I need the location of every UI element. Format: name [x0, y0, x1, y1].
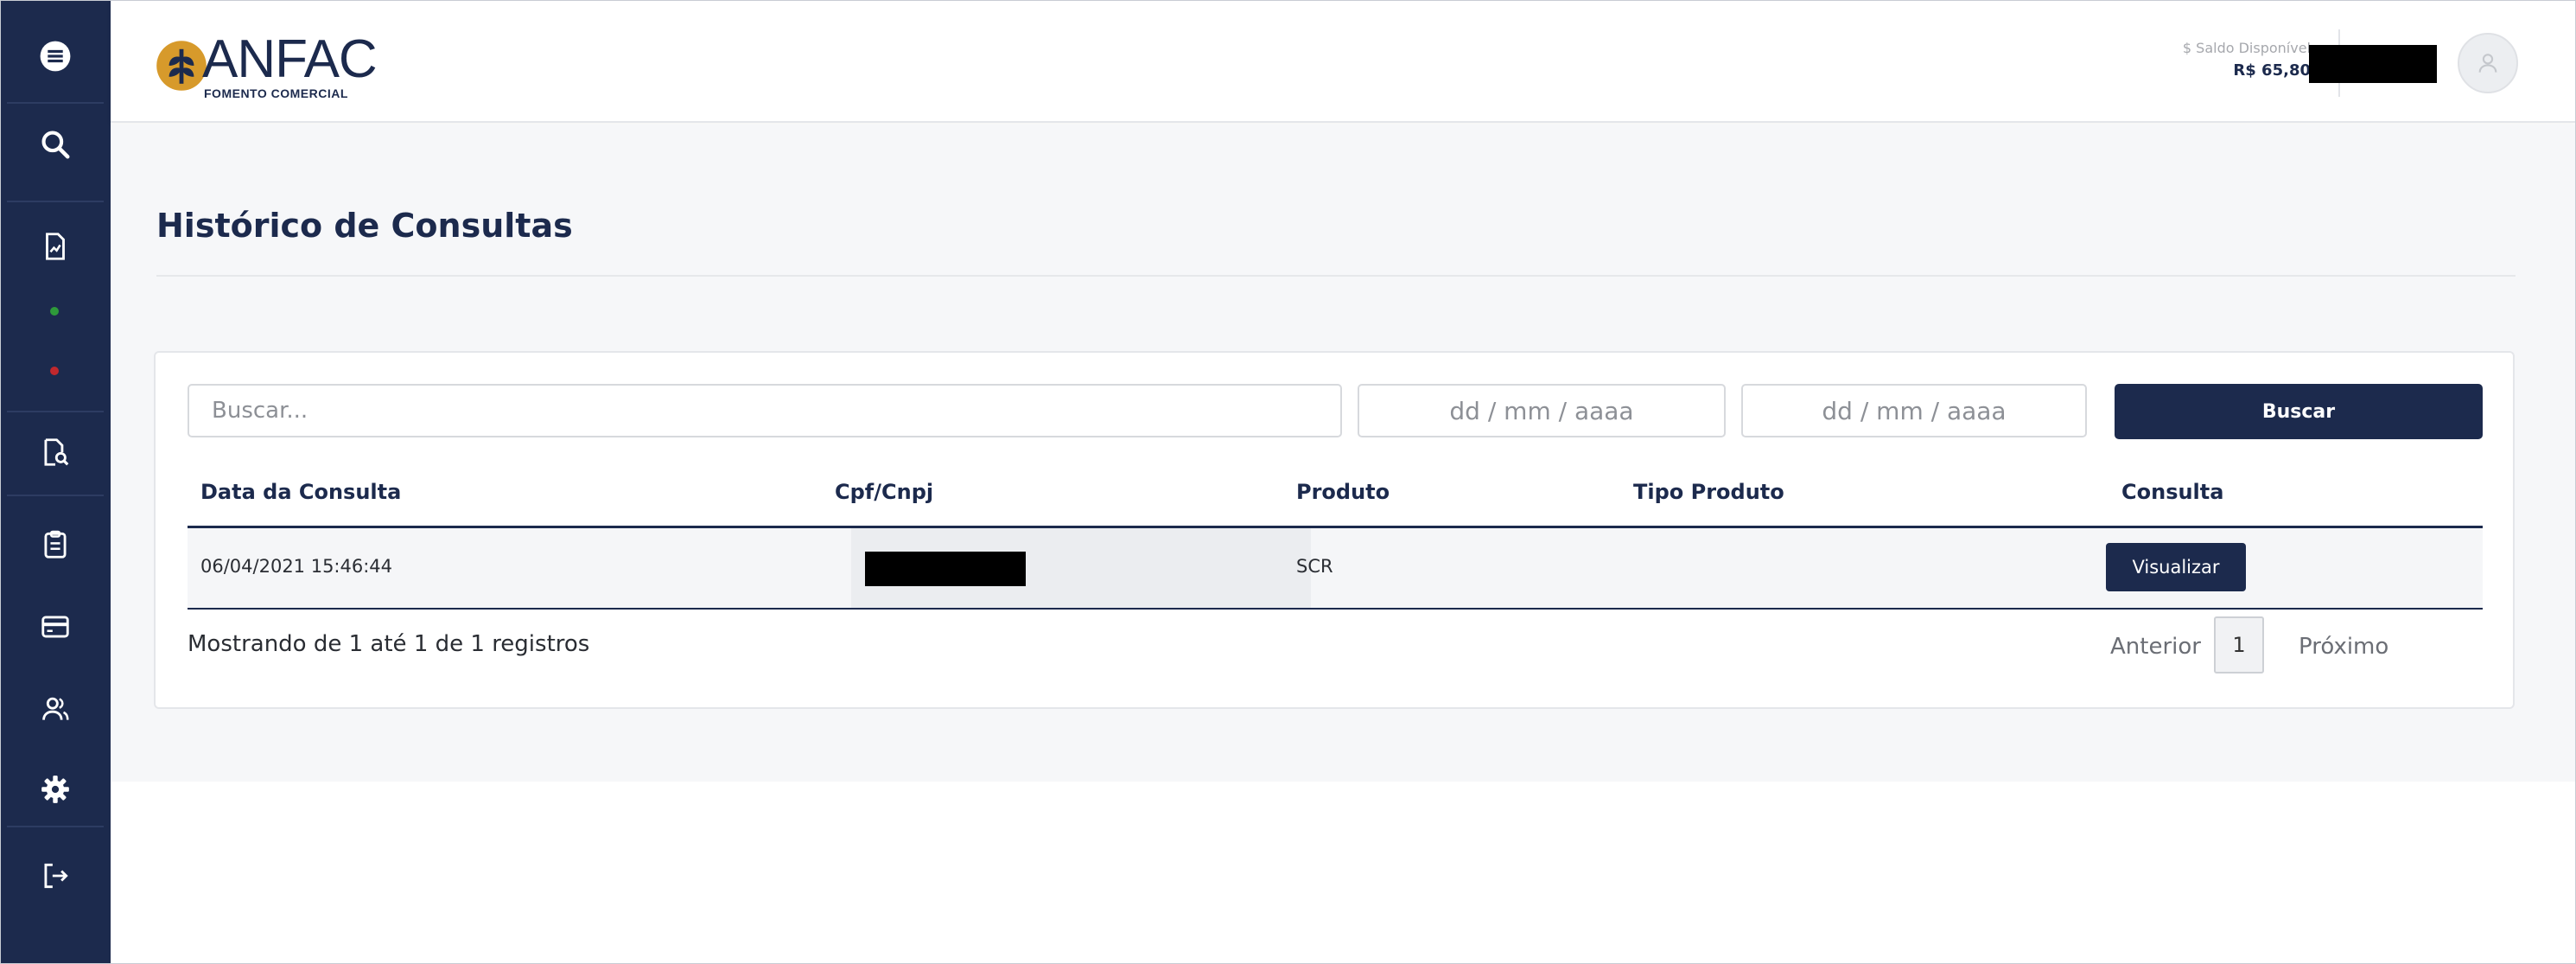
column-header-date[interactable]: Data da Consulta [200, 480, 401, 504]
balance-label: $ Saldo Disponível [2182, 40, 2311, 56]
users-icon[interactable] [0, 670, 111, 748]
search-button[interactable]: Buscar [2115, 384, 2483, 439]
sidebar-divider [7, 201, 104, 202]
table-bottom-divider [188, 608, 2483, 610]
date-from-placeholder: dd / mm / aaaa [1449, 396, 1634, 425]
records-info: Mostrando de 1 até 1 de 1 registros [188, 631, 590, 657]
top-bar: ANFAC FOMENTO COMERCIAL $ Saldo Disponív… [111, 0, 2576, 123]
username-redacted[interactable] [2309, 45, 2437, 83]
logo-subtext: FOMENTO COMERCIAL [204, 86, 348, 100]
logo-text: ANFAC [202, 29, 378, 89]
credit-card-icon[interactable] [0, 588, 111, 666]
page-title: Histórico de Consultas [156, 207, 573, 245]
search-text-field[interactable] [212, 386, 1340, 436]
date-to-input[interactable]: dd / mm / aaaa [1741, 384, 2087, 437]
brand-logo[interactable]: ANFAC FOMENTO COMERCIAL [154, 31, 378, 104]
column-header-product-type[interactable]: Tipo Produto [1633, 480, 1784, 504]
column-header-product[interactable]: Produto [1296, 480, 1390, 504]
avatar[interactable] [2458, 33, 2518, 93]
pagination-next[interactable]: Próximo [2299, 634, 2388, 660]
wheat-logo-icon [156, 41, 207, 91]
logout-icon[interactable] [0, 837, 111, 915]
main-content: Histórico de Consultas dd / mm / aaaa dd… [111, 124, 2576, 782]
document-search-icon[interactable] [0, 413, 111, 491]
search-input[interactable] [188, 384, 1342, 437]
status-dot-red [50, 367, 59, 375]
sidebar-divider [7, 826, 104, 827]
cell-cpf-redacted [865, 552, 1026, 586]
sidebar-divider [7, 495, 104, 496]
pagination-page-1[interactable]: 1 [2214, 616, 2264, 674]
title-divider [156, 275, 2516, 277]
column-header-consulta[interactable]: Consulta [2121, 480, 2223, 504]
date-to-placeholder: dd / mm / aaaa [1822, 396, 2007, 425]
gear-icon[interactable] [0, 750, 111, 828]
pagination-previous[interactable]: Anterior [2110, 634, 2201, 660]
cell-date: 06/04/2021 15:46:44 [200, 556, 393, 577]
balance-value: R$ 65,80 [2233, 61, 2311, 80]
sidebar-divider [7, 411, 104, 412]
menu-icon[interactable] [0, 17, 111, 95]
status-dot-green [50, 307, 59, 316]
view-button[interactable]: Visualizar [2106, 543, 2246, 591]
cell-product: SCR [1296, 556, 1333, 577]
sidebar [0, 0, 111, 964]
search-icon[interactable] [0, 105, 111, 183]
user-icon [2478, 54, 2497, 73]
document-chart-icon[interactable] [0, 207, 111, 285]
sidebar-divider [7, 102, 104, 104]
table-row: 06/04/2021 15:46:44 SCR Visualizar [188, 528, 2483, 608]
balance-widget: $ Saldo Disponível R$ 65,80 [2183, 40, 2311, 80]
history-card: dd / mm / aaaa dd / mm / aaaa Buscar Dat… [154, 351, 2515, 709]
column-header-cpf[interactable]: Cpf/Cnpj [835, 480, 933, 504]
date-from-input[interactable]: dd / mm / aaaa [1358, 384, 1726, 437]
clipboard-icon[interactable] [0, 506, 111, 584]
